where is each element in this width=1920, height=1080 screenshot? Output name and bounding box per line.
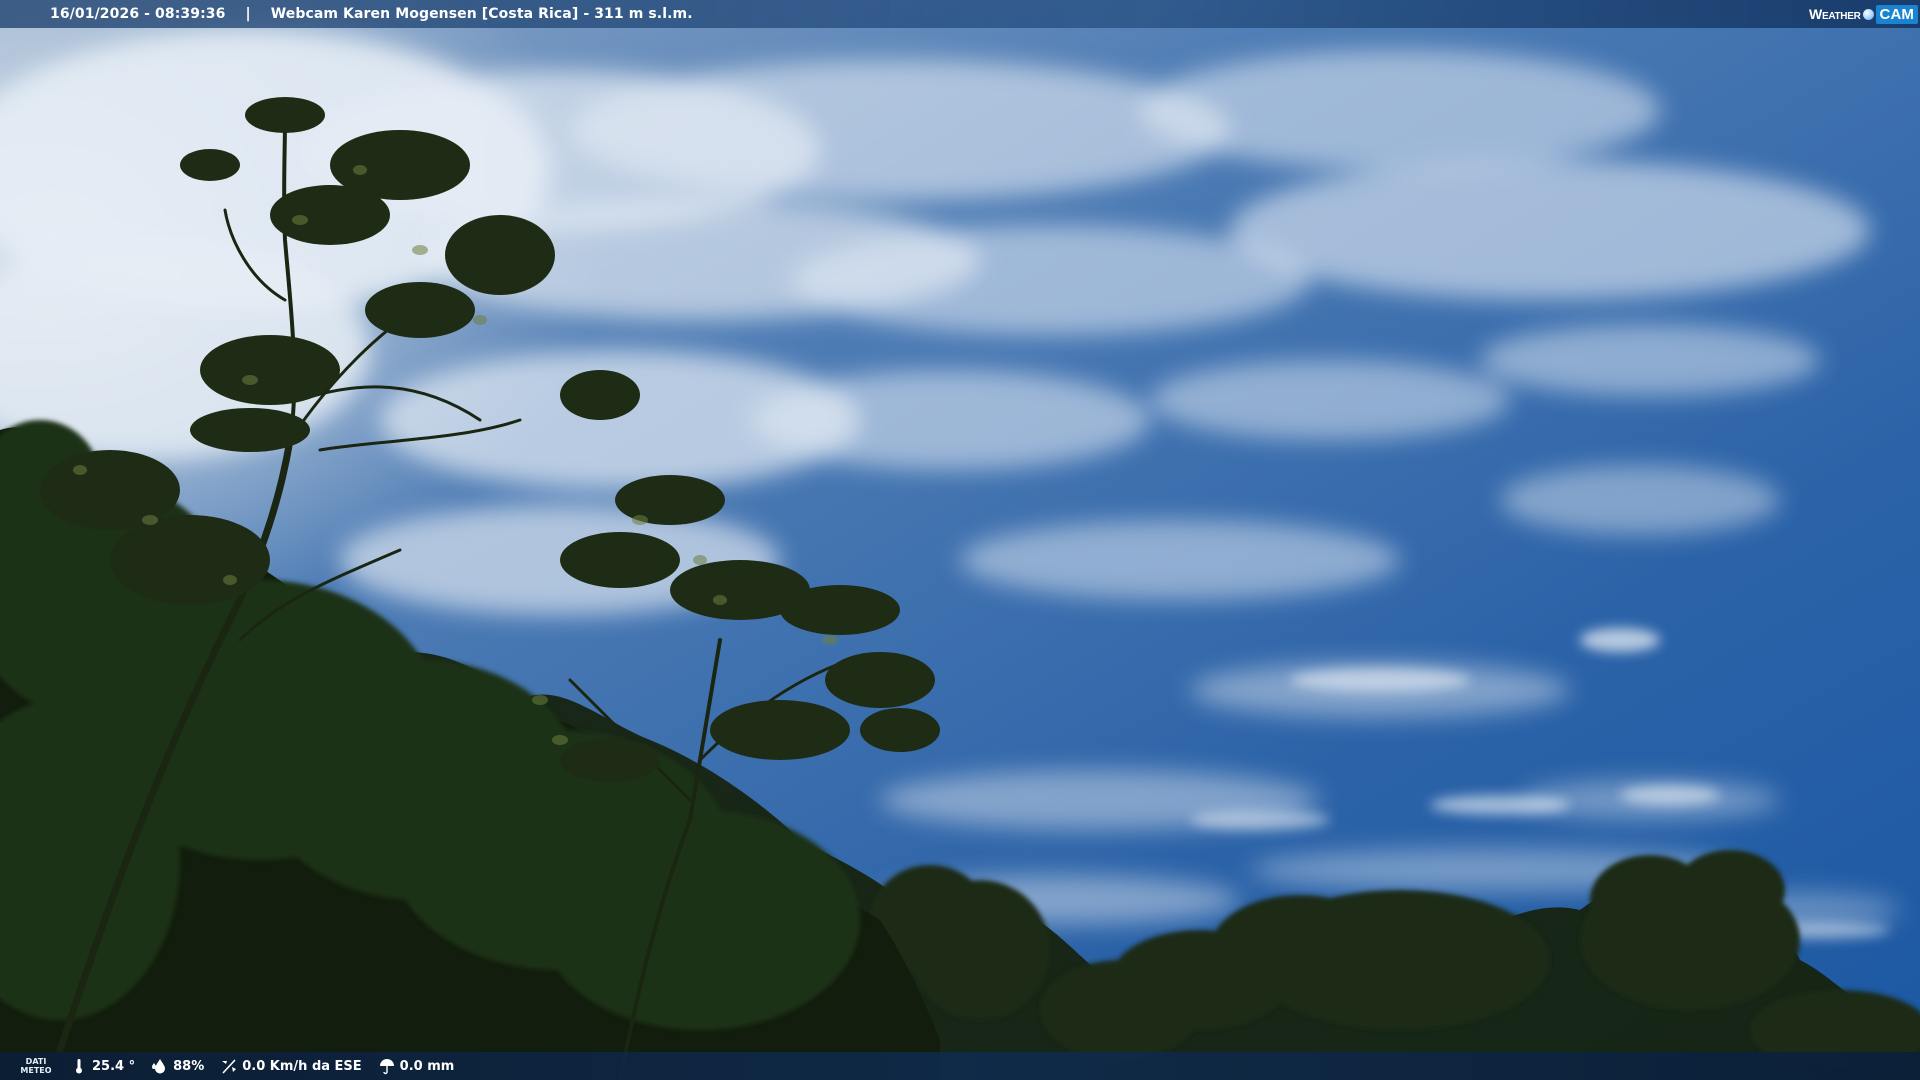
rain-value: 0.0 mm [399,1058,455,1074]
caption-separator [245,6,250,22]
webcam-photo [0,0,1920,1080]
humidity-value: 88% [173,1058,205,1074]
logo-text-cam: CAM [1875,4,1918,24]
humidity-reading: 88% [151,1057,204,1075]
top-caption-bar: 16/01/2026 - 08:39:36 Webcam Karen Mogen… [0,0,1920,28]
humidity-drop-icon [151,1057,169,1075]
temperature-reading: 25.4 ° [70,1057,135,1075]
wind-reading: 0.0 Km/h da ESE [220,1057,362,1075]
wind-vane-icon [220,1057,238,1075]
weathercam-logo: Weather CAM [1809,3,1918,25]
weather-data-label: DATI METEO [18,1057,54,1075]
thermometer-icon [70,1057,88,1075]
webcam-title: Webcam Karen Mogensen [Costa Rica] - 311… [270,6,693,22]
weather-label-line1: DATI [25,1057,47,1066]
globe-dot-icon [1862,8,1874,20]
wind-value: 0.0 Km/h da ESE [242,1058,362,1074]
logo-text-weather: Weather [1809,6,1861,22]
rain-reading: 0.0 mm [378,1057,455,1075]
rain-umbrella-icon [378,1057,396,1075]
weather-data-bar: DATI METEO 25.4 ° 88% 0.0 Km/h da ESE 0.… [0,1052,1920,1080]
webcam-scene: 16/01/2026 - 08:39:36 Webcam Karen Mogen… [0,0,1920,1080]
temperature-value: 25.4 ° [92,1058,136,1074]
timestamp: 16/01/2026 - 08:39:36 [50,6,226,22]
weather-label-line2: METEO [20,1066,52,1075]
